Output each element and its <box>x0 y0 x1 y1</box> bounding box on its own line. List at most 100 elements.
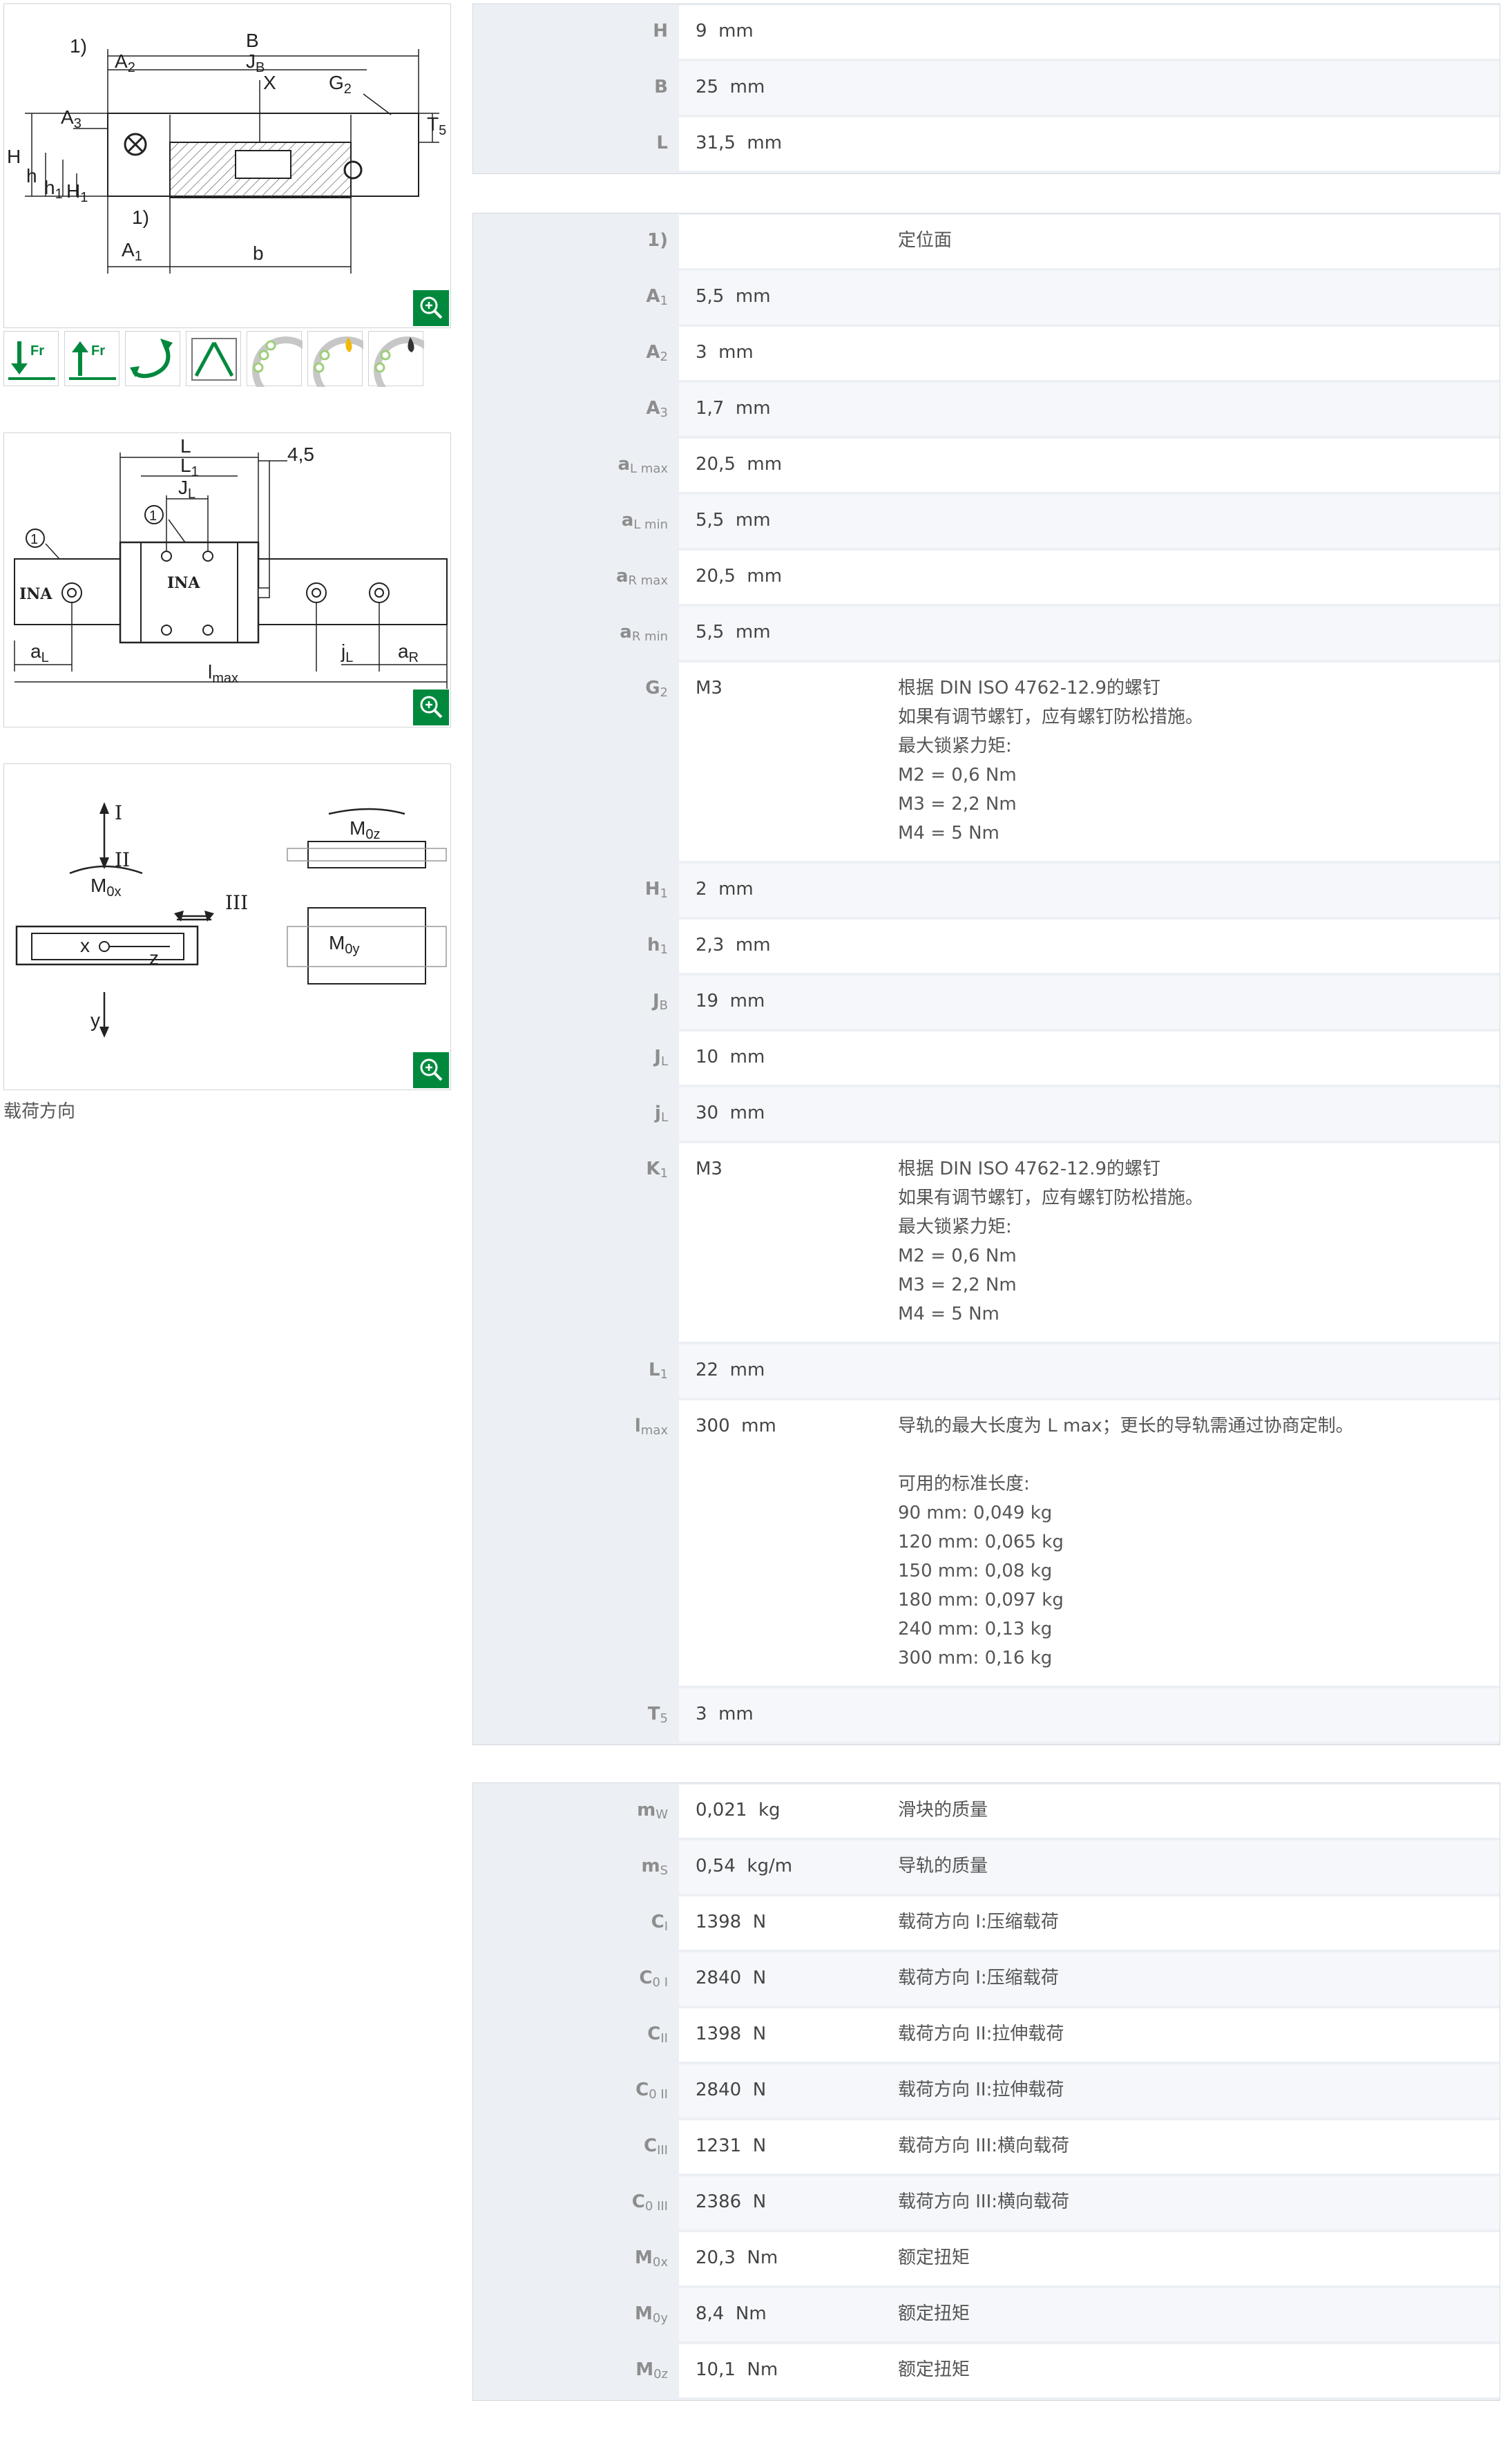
row-description: 载荷方向 II:拉伸载荷 <box>898 2024 1064 2044</box>
row-background <box>679 2064 1500 2118</box>
load-directions-svg: I II M0x III x z y M0z M0y <box>15 801 447 1038</box>
row-value: 5,5 mm <box>696 510 771 531</box>
svg-text:Fr: Fr <box>30 343 44 359</box>
row-value: 2386 N <box>696 2191 767 2212</box>
svg-text:A1: A1 <box>122 239 142 264</box>
row-background <box>679 1785 1500 1838</box>
row-background <box>679 1896 1500 1950</box>
table-row: H 9 mm <box>473 4 1500 60</box>
row-background <box>679 2344 1500 2397</box>
row-description: 载荷方向 III:横向载荷 <box>898 2136 1070 2156</box>
row-background <box>679 327 1500 380</box>
tilting-moment-icon[interactable] <box>186 331 241 386</box>
rotation-icon[interactable] <box>125 331 180 386</box>
row-label: B <box>654 77 668 97</box>
row-description: 根据 DIN ISO 4762-12.9的螺钉 如果有调节螺钉，应有螺钉防松措施… <box>898 678 1204 844</box>
row-background <box>679 61 1500 115</box>
svg-text:jL: jL <box>341 640 353 665</box>
svg-text:INA: INA <box>19 585 52 603</box>
svg-text:A3: A3 <box>61 106 82 131</box>
row-label: A1 <box>646 286 668 308</box>
svg-text:M0x: M0x <box>90 875 121 900</box>
row-background <box>679 976 1500 1029</box>
row-value: 31,5 mm <box>696 133 783 153</box>
label-b: b <box>253 243 264 264</box>
zoom-button[interactable] <box>413 1052 449 1088</box>
table-row: B 25 mm <box>473 60 1500 116</box>
table-row: CII 1398 N 载荷方向 II:拉伸载荷 <box>473 2007 1500 2063</box>
table-row: aL min 5,5 mm <box>473 493 1500 549</box>
row-value: 3 mm <box>696 342 754 363</box>
svg-text:JB: JB <box>246 50 265 75</box>
magnifier-icon <box>420 1058 443 1081</box>
table-row: C0 I 2840 N 载荷方向 I:压缩载荷 <box>473 1951 1500 2007</box>
svg-text:L1: L1 <box>180 455 199 479</box>
row-value: 2840 N <box>696 1968 767 1988</box>
svg-text:1: 1 <box>149 508 157 524</box>
svg-text:aL: aL <box>30 640 49 665</box>
row-label: mW <box>637 1800 668 1822</box>
svg-text:z: z <box>149 947 159 969</box>
row-label: C0 III <box>631 2191 668 2214</box>
row-label: aL min <box>621 510 668 532</box>
table-row: mS 0,54 kg/m 导轨的质量 <box>473 1839 1500 1895</box>
row-label: 1) <box>647 230 668 251</box>
row-label: CIII <box>643 2136 668 2158</box>
svg-text:1: 1 <box>30 532 38 547</box>
top-view-svg: L L1 JL 4,5 1 1 INA INA aL lmax jL aR <box>14 435 448 689</box>
row-value: 5,5 mm <box>696 622 771 643</box>
row-label: h1 <box>647 935 668 957</box>
table-row: aR min 5,5 mm <box>473 605 1500 661</box>
row-label: K1 <box>646 1159 668 1181</box>
row-label: H <box>653 21 668 41</box>
row-label: T5 <box>647 1704 668 1726</box>
table-row: 1) 定位面 <box>473 213 1500 269</box>
table-row: L1 22 mm <box>473 1343 1500 1399</box>
table-row: aL max 20,5 mm <box>473 437 1500 493</box>
row-background <box>679 607 1500 660</box>
svg-text:T5: T5 <box>427 113 446 138</box>
row-value: 3 mm <box>696 1704 754 1724</box>
row-value: 10 mm <box>696 1047 765 1067</box>
svg-text:JL: JL <box>178 477 195 502</box>
zoom-button[interactable] <box>413 290 449 326</box>
row-background <box>679 2232 1500 2285</box>
bearing-heat-icon[interactable] <box>307 331 363 387</box>
row-value: 9 mm <box>696 21 754 41</box>
row-description: 额定扭矩 <box>898 2303 970 2324</box>
svg-text:y: y <box>90 1009 100 1031</box>
table-row: G2 M3 根据 DIN ISO 4762-12.9的螺钉 如果有调节螺钉，应有螺钉… <box>473 661 1500 862</box>
row-label: CII <box>647 2024 668 2046</box>
row-description: 定位面 <box>898 230 953 251</box>
top-view-drawing: L L1 JL 4,5 1 1 INA INA aL lmax jL aR <box>3 432 451 728</box>
row-background <box>679 2008 1500 2062</box>
row-description: 载荷方向 III:横向载荷 <box>898 2191 1070 2212</box>
row-label: aR max <box>616 566 668 588</box>
table-row: K1 M3 根据 DIN ISO 4762-12.9的螺钉 如果有调节螺钉，应有螺钉… <box>473 1142 1500 1343</box>
svg-text:lmax: lmax <box>208 661 238 686</box>
load-directions-drawing: I II M0x III x z y M0z M0y <box>3 763 451 1090</box>
zoom-button[interactable] <box>413 690 449 725</box>
radial-load-down-icon[interactable]: Fr <box>3 331 59 386</box>
label-h: h <box>26 165 37 187</box>
main-dimensions-table: H 9 mm B 25 mm L 31,5 mm <box>472 3 1500 174</box>
row-label: M0x <box>635 2247 668 2270</box>
row-label: CI <box>651 1912 668 1934</box>
bearing-lubrication-icon[interactable] <box>368 331 424 387</box>
table-row: mW 0,021 kg 滑块的质量 <box>473 1783 1500 1839</box>
label-X: X <box>263 72 276 93</box>
table-row: A3 1,7 mm <box>473 381 1500 437</box>
label-1-top: 1) <box>70 35 87 57</box>
row-label: A2 <box>646 342 668 364</box>
radial-load-up-icon[interactable]: Fr <box>64 331 119 386</box>
svg-text:INA: INA <box>167 574 200 592</box>
row-description: 滑块的质量 <box>898 1800 988 1820</box>
bearing-icon[interactable] <box>247 331 303 387</box>
row-value: 25 mm <box>696 77 765 97</box>
svg-text:Fr: Fr <box>91 343 105 359</box>
row-background <box>679 6 1500 59</box>
row-description: 额定扭矩 <box>898 2247 970 2268</box>
row-value: 1398 N <box>696 2024 767 2044</box>
label-1-bottom: 1) <box>132 207 149 228</box>
row-value: 8,4 Nm <box>696 2303 767 2324</box>
